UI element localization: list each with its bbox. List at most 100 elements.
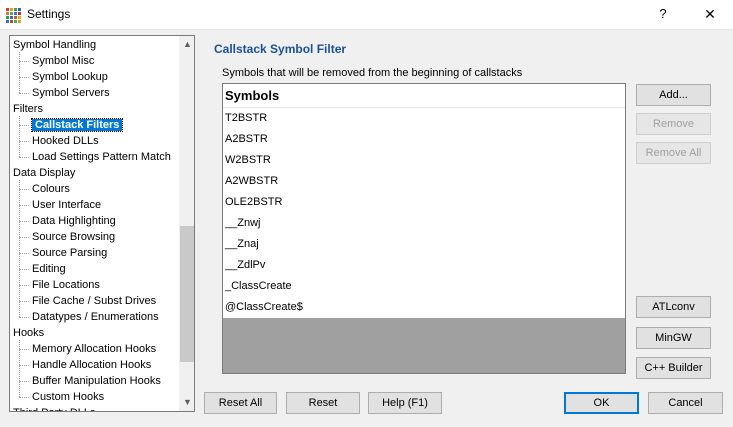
- tree-item[interactable]: Symbol Misc: [19, 53, 95, 69]
- tree-item-label: Symbol Misc: [32, 55, 95, 67]
- tree-connector: [19, 221, 29, 222]
- tree-item-label: Third Party DLLs: [13, 407, 96, 411]
- tree-connector: [19, 157, 29, 158]
- tree-item-label: Symbol Handling: [13, 39, 97, 51]
- symbol-row[interactable]: __ZdlPv: [223, 255, 625, 276]
- settings-tree[interactable]: Symbol Handling Symbol Misc Symbol Lookup S…: [9, 35, 195, 412]
- symbol-row[interactable]: @ClassCreate$: [223, 297, 625, 318]
- icon-dot: [6, 20, 9, 23]
- cpp-builder-button[interactable]: C++ Builder: [636, 357, 711, 379]
- icon-dot: [10, 16, 13, 19]
- tree-item-label: Hooks: [13, 327, 45, 339]
- tree-item-label: Callstack Filters: [30, 118, 124, 132]
- tree-item[interactable]: Buffer Manipulation Hooks: [19, 373, 161, 389]
- scroll-thumb[interactable]: [180, 226, 194, 362]
- tree-item-label: Buffer Manipulation Hooks: [32, 375, 161, 387]
- icon-dot: [6, 8, 9, 11]
- scroll-down-icon[interactable]: ▼: [179, 394, 194, 411]
- tree-scrollbar[interactable]: ▲ ▼: [178, 36, 194, 411]
- tree-item[interactable]: Hooked DLLs: [19, 133, 99, 149]
- symbol-row[interactable]: _ClassCreate: [223, 276, 625, 297]
- tree-item[interactable]: Datatypes / Enumerations: [19, 309, 159, 325]
- tree-item[interactable]: Symbol Lookup: [19, 69, 108, 85]
- tree-item[interactable]: Custom Hooks: [19, 389, 104, 405]
- tree-connector: [19, 93, 29, 94]
- tree-connector: [19, 381, 29, 382]
- tree-item-label: Data Highlighting: [32, 215, 116, 227]
- tree-connector: [19, 253, 29, 254]
- symbol-row[interactable]: A2WBSTR: [223, 171, 625, 192]
- tree-item[interactable]: Symbol Servers: [19, 85, 110, 101]
- ok-button[interactable]: OK: [564, 392, 639, 414]
- tree-connector: [19, 317, 29, 318]
- tree-item-label: Symbol Lookup: [32, 71, 108, 83]
- tree-item[interactable]: Callstack Filters: [19, 117, 124, 133]
- help-button[interactable]: Help (F1): [368, 392, 442, 414]
- icon-dot: [18, 8, 21, 11]
- tree-item[interactable]: Memory Allocation Hooks: [19, 341, 157, 357]
- settings-app-icon: [6, 8, 21, 23]
- tree-item[interactable]: Source Browsing: [19, 229, 116, 245]
- tree-connector: [19, 61, 29, 62]
- remove-all-button[interactable]: Remove All: [636, 142, 711, 164]
- tree-items: Symbol Handling Symbol Misc Symbol Lookup S…: [10, 36, 178, 411]
- symbols-list[interactable]: Symbols T2BSTR A2BSTR W2BSTR A2WBSTR OLE2BST…: [222, 83, 626, 374]
- tree-item-label: Source Browsing: [32, 231, 116, 243]
- tree-item-label: User Interface: [32, 199, 102, 211]
- reset-button[interactable]: Reset: [286, 392, 360, 414]
- icon-dot: [6, 16, 9, 19]
- tree-item-label: Hooked DLLs: [32, 135, 99, 147]
- symbol-row[interactable]: OLE2BSTR: [223, 192, 625, 213]
- remove-button[interactable]: Remove: [636, 113, 711, 135]
- scroll-up-icon[interactable]: ▲: [179, 36, 194, 53]
- tree-item[interactable]: Filters: [13, 101, 43, 117]
- tree-item[interactable]: File Locations: [19, 277, 100, 293]
- tree-item[interactable]: Source Parsing: [19, 245, 107, 261]
- close-icon[interactable]: ✕: [693, 2, 727, 26]
- tree-branch-line: [19, 180, 20, 317]
- mingw-button[interactable]: MinGW: [636, 327, 711, 349]
- tree-item[interactable]: File Cache / Subst Drives: [19, 293, 156, 309]
- icon-dot: [10, 8, 13, 11]
- tree-connector: [19, 365, 29, 366]
- tree-connector: [19, 205, 29, 206]
- icon-dot: [18, 16, 21, 19]
- tree-connector: [19, 141, 29, 142]
- cancel-button[interactable]: Cancel: [648, 392, 723, 414]
- add-button[interactable]: Add...: [636, 84, 711, 106]
- icon-dot: [18, 12, 21, 15]
- tree-item[interactable]: Colours: [19, 181, 70, 197]
- tree-item[interactable]: Load Settings Pattern Match: [19, 149, 171, 165]
- tree-item[interactable]: Symbol Handling: [13, 37, 96, 53]
- icon-dot: [14, 12, 17, 15]
- tree-connector: [19, 285, 29, 286]
- symbol-row[interactable]: __Znwj: [223, 213, 625, 234]
- icon-dot: [14, 8, 17, 11]
- tree-connector: [19, 269, 29, 270]
- tree-item-label: Filters: [13, 103, 43, 115]
- tree-connector: [19, 397, 29, 398]
- tree-item[interactable]: Editing: [19, 261, 66, 277]
- symbol-row[interactable]: __Znaj: [223, 234, 625, 255]
- tree-item[interactable]: Data Display: [13, 165, 75, 181]
- tree-item[interactable]: Third Party DLLs: [13, 405, 96, 411]
- reset-all-button[interactable]: Reset All: [204, 392, 277, 414]
- symbol-row[interactable]: W2BSTR: [223, 150, 625, 171]
- symbol-row[interactable]: T2BSTR: [223, 108, 625, 129]
- tree-item[interactable]: User Interface: [19, 197, 102, 213]
- symbol-row[interactable]: A2BSTR: [223, 129, 625, 150]
- tree-item[interactable]: Handle Allocation Hooks: [19, 357, 151, 373]
- tree-item[interactable]: Hooks: [13, 325, 44, 341]
- tree-connector: [19, 189, 29, 190]
- tree-item-label: Editing: [32, 263, 66, 275]
- tree-item-label: Memory Allocation Hooks: [32, 343, 157, 355]
- help-title-button[interactable]: ?: [648, 2, 678, 26]
- tree-item-label: Symbol Servers: [32, 87, 110, 99]
- symbols-column-header[interactable]: Symbols: [223, 84, 625, 108]
- tree-connector: [19, 125, 29, 126]
- atlconv-button[interactable]: ATLconv: [636, 296, 711, 318]
- tree-connector: [19, 237, 29, 238]
- tree-item[interactable]: Data Highlighting: [19, 213, 116, 229]
- panel-title: Callstack Symbol Filter: [214, 42, 347, 56]
- icon-dot: [10, 20, 13, 23]
